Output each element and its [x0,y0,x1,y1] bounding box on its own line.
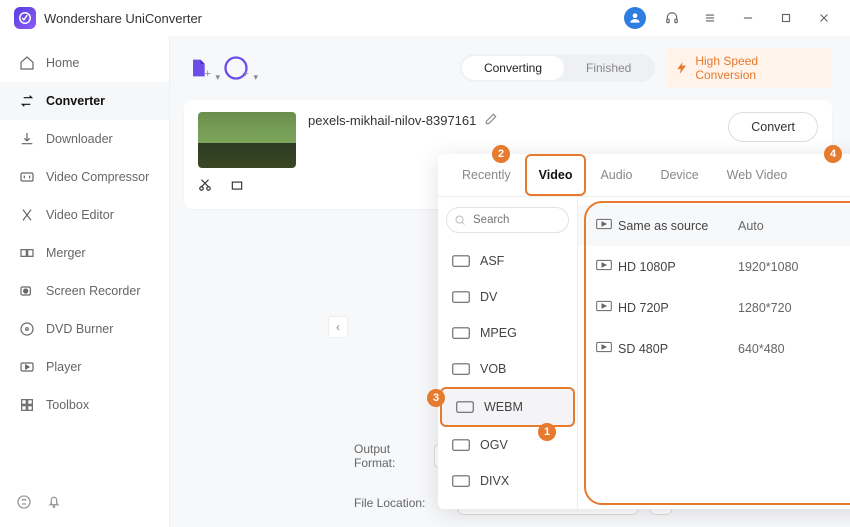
sidebar: Home Converter Downloader Video Compress… [0,36,170,527]
account-icon[interactable] [624,7,646,29]
app-title: Wondershare UniConverter [44,11,624,26]
sidebar-collapse-handle[interactable]: ‹ [328,316,348,338]
notification-icon[interactable] [46,494,62,515]
output-format-label: Output Format: [354,442,424,470]
home-icon [18,54,36,72]
label: Video Compressor [46,170,149,184]
cut-icon[interactable] [198,178,212,197]
maximize-icon[interactable] [774,6,798,30]
label: Home [46,56,79,70]
add-file-button[interactable]: +▾ [184,54,212,82]
search-icon [454,214,466,226]
res-1080p[interactable]: HD 1080P1920*1080 [578,246,850,287]
dvd-icon [18,320,36,338]
close-icon[interactable] [812,6,836,30]
callout-3: 3 [427,389,445,407]
sidebar-item-compressor[interactable]: Video Compressor [0,158,169,196]
player-icon [18,358,36,376]
res-720p[interactable]: HD 720P1280*720 [578,287,850,328]
high-speed-button[interactable]: High Speed Conversion [665,48,832,88]
feedback-icon[interactable] [16,494,32,515]
callout-4: 4 [824,145,842,163]
app-logo [14,7,36,29]
sidebar-item-editor[interactable]: Video Editor [0,196,169,234]
sidebar-item-toolbox[interactable]: Toolbox [0,386,169,424]
fmt-dv[interactable]: DV [438,279,577,315]
record-icon [18,282,36,300]
sidebar-item-converter[interactable]: Converter [0,82,169,120]
fmt-mpeg[interactable]: MPEG [438,315,577,351]
fmt-ogv[interactable]: OGV [438,427,577,463]
label: Video Editor [46,208,114,222]
callout-1: 1 [538,423,556,441]
label: Toolbox [46,398,89,412]
label: High Speed Conversion [695,54,822,82]
fmt-divx[interactable]: DIVX [438,463,577,499]
filename: pexels-mikhail-nilov-8397161 [308,113,476,128]
compressor-icon [18,168,36,186]
headset-icon[interactable] [660,6,684,30]
label: Player [46,360,81,374]
label: DVD Burner [46,322,113,336]
add-url-button[interactable]: +▾ [222,54,250,82]
fmt-vob[interactable]: VOB [438,351,577,387]
file-location-label: File Location: [354,496,448,510]
menu-icon[interactable] [698,6,722,30]
sidebar-item-recorder[interactable]: Screen Recorder [0,272,169,310]
toolbox-icon [18,396,36,414]
res-same[interactable]: Same as sourceAuto [578,205,850,246]
res-480p[interactable]: SD 480P640*480 [578,328,850,369]
tab-webvideo[interactable]: Web Video [713,154,802,196]
sidebar-item-home[interactable]: Home [0,44,169,82]
segment-finished[interactable]: Finished [564,56,653,80]
sidebar-item-downloader[interactable]: Downloader [0,120,169,158]
tab-recently[interactable]: Recently [448,154,525,196]
tab-video[interactable]: Video [525,154,587,196]
fmt-asf[interactable]: ASF [438,243,577,279]
segment-converting[interactable]: Converting [462,56,564,80]
sidebar-item-merger[interactable]: Merger [0,234,169,272]
crop-icon[interactable] [230,178,244,197]
sidebar-item-player[interactable]: Player [0,348,169,386]
editor-icon [18,206,36,224]
merger-icon [18,244,36,262]
convert-icon [18,92,36,110]
label: Downloader [46,132,113,146]
format-dropdown: 2 4 Recently Video Audio Device Web Vide… [438,154,850,509]
label: Merger [46,246,86,260]
edit-name-icon[interactable] [484,112,498,129]
video-thumbnail[interactable] [198,112,296,168]
label: Converter [46,94,105,108]
minimize-icon[interactable] [736,6,760,30]
callout-2: 2 [492,145,510,163]
sidebar-item-dvd[interactable]: DVD Burner [0,310,169,348]
tab-device[interactable]: Device [646,154,712,196]
tab-audio[interactable]: Audio [586,154,646,196]
label: Screen Recorder [46,284,141,298]
fmt-webm[interactable]: WEBM [440,387,575,427]
convert-button[interactable]: Convert [728,112,818,142]
status-segment: Converting Finished [460,54,655,82]
download-icon [18,130,36,148]
